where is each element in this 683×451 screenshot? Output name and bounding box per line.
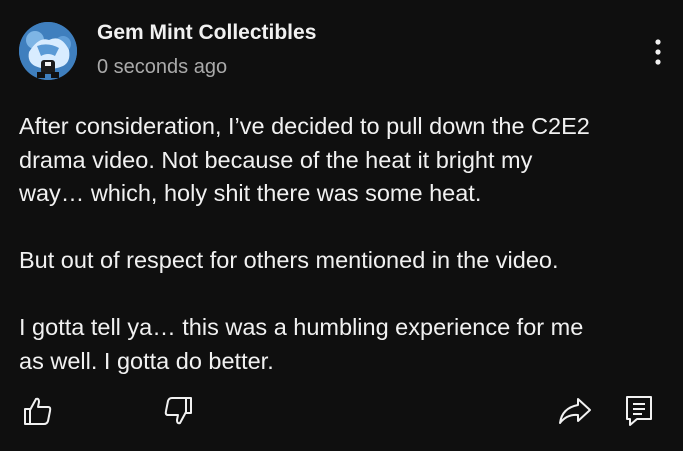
community-post: Gem Mint Collectibles 0 seconds ago Afte… xyxy=(0,0,683,451)
comment-button[interactable] xyxy=(619,391,659,431)
post-body: After consideration, I’ve decided to pul… xyxy=(19,110,669,378)
dislike-button[interactable] xyxy=(158,391,198,431)
comment-icon xyxy=(626,396,652,426)
post-timestamp: 0 seconds ago xyxy=(97,56,228,78)
like-button[interactable] xyxy=(18,391,58,431)
share-button[interactable] xyxy=(555,391,595,431)
more-options-button[interactable] xyxy=(646,37,670,67)
share-arrow-icon xyxy=(559,398,591,424)
vertical-ellipsis-icon xyxy=(655,39,661,65)
post-paragraph: But out of respect for others mentioned … xyxy=(19,247,559,273)
avatar-image xyxy=(19,22,77,80)
thumbs-down-icon xyxy=(164,397,192,425)
post-paragraph: After consideration, I’ve decided to pul… xyxy=(19,113,590,206)
channel-name[interactable]: Gem Mint Collectibles xyxy=(97,21,316,45)
post-paragraph: I gotta tell ya… this was a humbling exp… xyxy=(19,314,584,374)
channel-avatar[interactable] xyxy=(19,22,77,80)
thumbs-up-icon xyxy=(24,397,52,425)
